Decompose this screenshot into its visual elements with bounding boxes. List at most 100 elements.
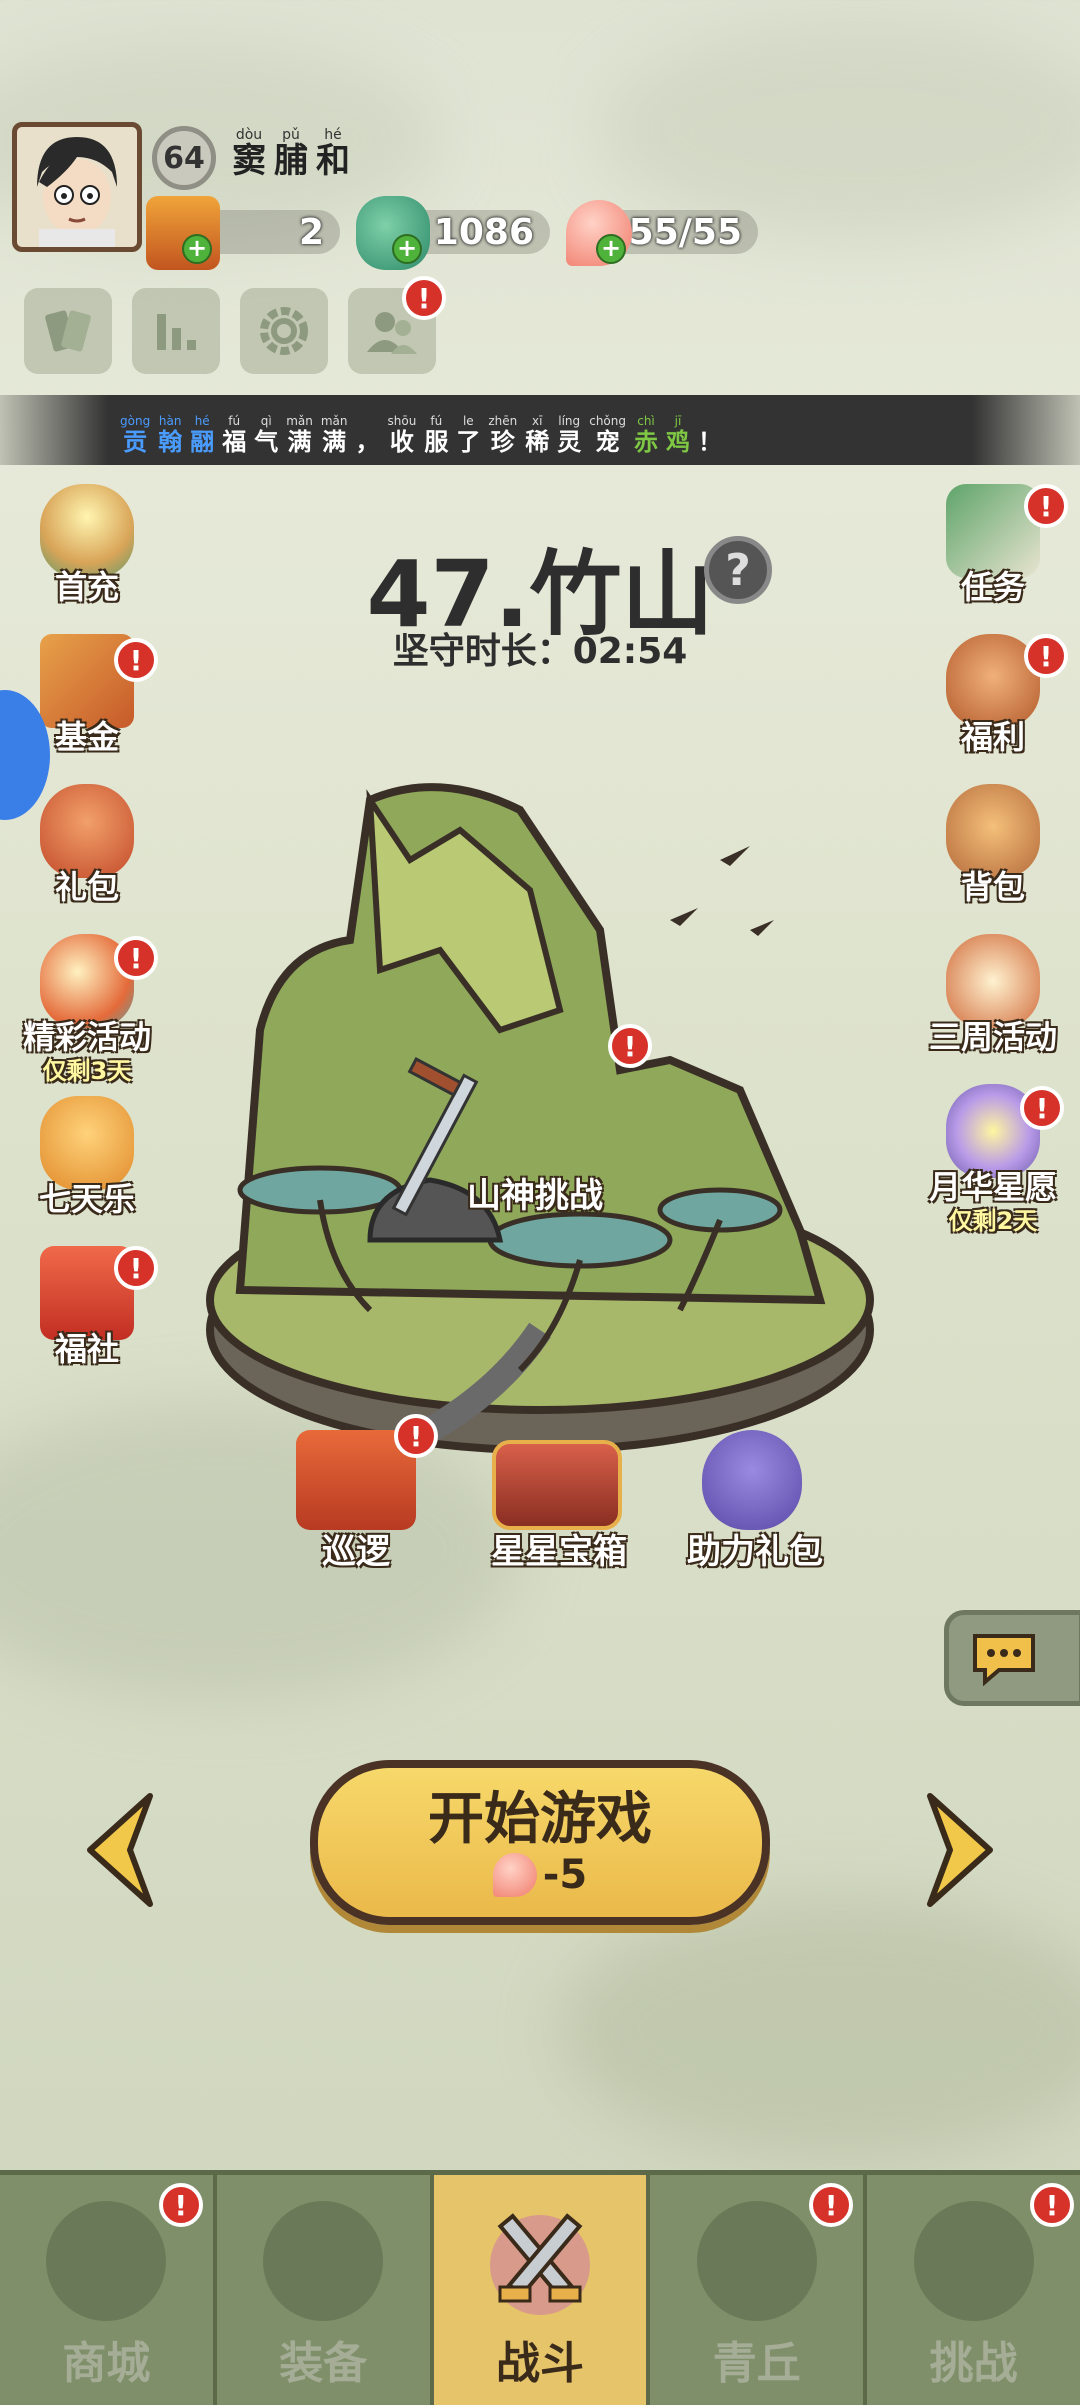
tab-shop[interactable]: 商城 ! <box>0 2175 217 2405</box>
ticker-char: xī 稀 <box>525 415 549 457</box>
settings-button[interactable] <box>240 288 328 374</box>
bag-button[interactable]: 背包 <box>928 778 1058 908</box>
gift-pack-button[interactable]: 礼包 <box>22 778 152 908</box>
start-game-button[interactable]: 开始游戏 -5 <box>310 1760 770 1925</box>
ticker-char: jī 鸡 <box>666 415 690 457</box>
chat-button[interactable] <box>944 1610 1080 1706</box>
boss-label: 山神挑战 <box>467 1176 603 1216</box>
add-ticket-button[interactable]: + <box>182 234 212 264</box>
name-char: 窦 <box>232 141 266 181</box>
name-pinyin: dòu <box>235 127 263 143</box>
ticker-pinyin: xī <box>532 414 543 428</box>
notification-badge: ! <box>1024 484 1068 528</box>
crossed-swords-icon <box>489 2213 590 2315</box>
ticker-char: zhēn 珍 <box>488 415 517 457</box>
previous-stage-arrow-icon[interactable] <box>80 1790 160 1910</box>
star-chest-icon <box>492 1440 622 1530</box>
notification-badge: ! <box>114 638 158 682</box>
ticker-hanzi: 气 <box>254 428 279 456</box>
notification-badge: ! <box>1020 1086 1064 1130</box>
assist-gift-label: 助力礼包 <box>687 1532 823 1572</box>
add-stamina-button[interactable]: + <box>596 234 626 264</box>
ticker-pinyin: zhēn <box>488 414 518 428</box>
badge-mark: ! <box>417 281 431 315</box>
ticker-hanzi: 满 <box>322 428 347 456</box>
welfare-club-button[interactable]: 福社 ! <box>22 1240 158 1370</box>
player-avatar[interactable] <box>12 122 142 252</box>
news-ticker: gòng 贡 hàn 翰 hé 翮 fú 福 qì 气 mǎn 满 mǎn 满， shōu 收 fú 服 le 了 zh… <box>0 395 1080 465</box>
ticker-char: qì 气 <box>254 415 278 457</box>
start-cost: -5 <box>492 1851 588 1898</box>
ticker-hanzi: 灵 <box>557 428 582 456</box>
ticker-pinyin: mǎn <box>320 414 348 428</box>
ticker-pinyin: hé <box>194 414 210 428</box>
tasks-button[interactable]: 任务 ! <box>928 478 1068 608</box>
ticker-hanzi: 收 <box>389 428 414 456</box>
seven-days-label: 七天乐 <box>38 1180 135 1218</box>
patrol-button[interactable]: 巡逻 <box>276 1524 436 1573</box>
jade-count: 1086 <box>433 211 534 253</box>
ticker-hanzi: ， <box>355 428 380 456</box>
wish-remaining-label: 仅剩2天 <box>948 1207 1038 1235</box>
tab-equipment[interactable]: 装备 <box>217 2175 434 2405</box>
codex-button[interactable] <box>24 288 112 374</box>
ticker-pinyin: qì <box>260 414 272 428</box>
event-button[interactable]: 精彩活动 仅剩3天 ! <box>22 928 158 1085</box>
ticker-char: mǎn 满 <box>321 415 348 457</box>
ticker-pinyin: chì <box>637 414 655 428</box>
start-cost-value: -5 <box>542 1851 588 1898</box>
next-stage-arrow-icon[interactable] <box>920 1790 1000 1910</box>
tab-battle-label: 战斗 <box>495 2338 584 2389</box>
bottom-nav: 商城 ! 装备 战斗 青丘 ! 挑战 ! <box>0 2170 1080 2405</box>
ticker-hanzi: ！ <box>698 428 722 456</box>
player-name: dòu 窦 pǔ 脯 hé 和 <box>232 128 350 180</box>
tab-shop-label: 商城 <box>62 2338 151 2389</box>
ticker-pinyin: fú <box>430 414 443 428</box>
ticker-pinyin: chǒng <box>589 414 626 428</box>
ticker-hanzi: 福 <box>222 428 247 456</box>
stamina-count: 55/55 <box>628 211 742 253</box>
mountain-god-challenge-button[interactable]: 山神挑战 <box>430 1168 640 1217</box>
badge-mark: ! <box>409 1419 423 1453</box>
mountain-icon <box>696 2201 817 2321</box>
star-chest-button[interactable]: 星星宝箱 <box>464 1524 654 1573</box>
ticker-hanzi: 稀 <box>525 428 550 456</box>
ticker-pinyin: gòng <box>120 414 151 428</box>
badge-mark: ! <box>174 2188 188 2222</box>
ticker-pinyin: líng <box>558 414 581 428</box>
star-chest-label: 星星宝箱 <box>491 1532 627 1572</box>
bar-chart-icon <box>157 314 196 350</box>
ticker-char: hé 翮 <box>190 415 214 457</box>
tab-qingqiu[interactable]: 青丘 ! <box>650 2175 868 2405</box>
first-charge-button[interactable]: 首充 <box>22 478 152 608</box>
benefits-button[interactable]: 福利 ! <box>928 628 1068 758</box>
ticker-char: gòng 贡 <box>120 415 150 457</box>
orb-icon <box>913 2201 1034 2321</box>
ticker-pinyin: hàn <box>158 414 182 428</box>
ticker-char: mǎn 满 <box>286 415 313 457</box>
name-char: 和 <box>316 141 350 181</box>
help-button[interactable]: ? <box>704 536 772 604</box>
notification-badge: ! <box>1024 634 1068 678</box>
ticker-char: ！ <box>698 427 722 457</box>
anniversary-event-button[interactable]: 三周活动 <box>928 928 1058 1058</box>
name-pinyin: hé <box>324 127 342 143</box>
ticker-hanzi: 珍 <box>490 428 515 456</box>
tab-challenge[interactable]: 挑战 ! <box>867 2175 1080 2405</box>
assist-gift-button[interactable]: 助力礼包 <box>660 1524 850 1573</box>
seven-days-button[interactable]: 七天乐 <box>22 1090 152 1220</box>
add-jade-button[interactable]: + <box>392 234 422 264</box>
ticker-pinyin: le <box>462 414 474 428</box>
tab-battle[interactable]: 战斗 <box>433 2175 651 2405</box>
ticker-hanzi: 满 <box>287 428 312 456</box>
ranking-button[interactable] <box>132 288 220 374</box>
ticker-pinyin: shōu <box>387 414 417 428</box>
name-pinyin: pǔ <box>282 127 300 143</box>
bag-label: 背包 <box>960 868 1025 906</box>
notification-badge: ! <box>114 936 158 980</box>
badge-mark: ! <box>623 1029 637 1063</box>
ticker-char: fú 福 <box>222 415 246 457</box>
ticker-pinyin: jī <box>674 414 682 428</box>
anniversary-label: 三周活动 <box>928 1018 1057 1056</box>
moon-wish-button[interactable]: 月华星愿 仅剩2天 ! <box>928 1078 1064 1235</box>
